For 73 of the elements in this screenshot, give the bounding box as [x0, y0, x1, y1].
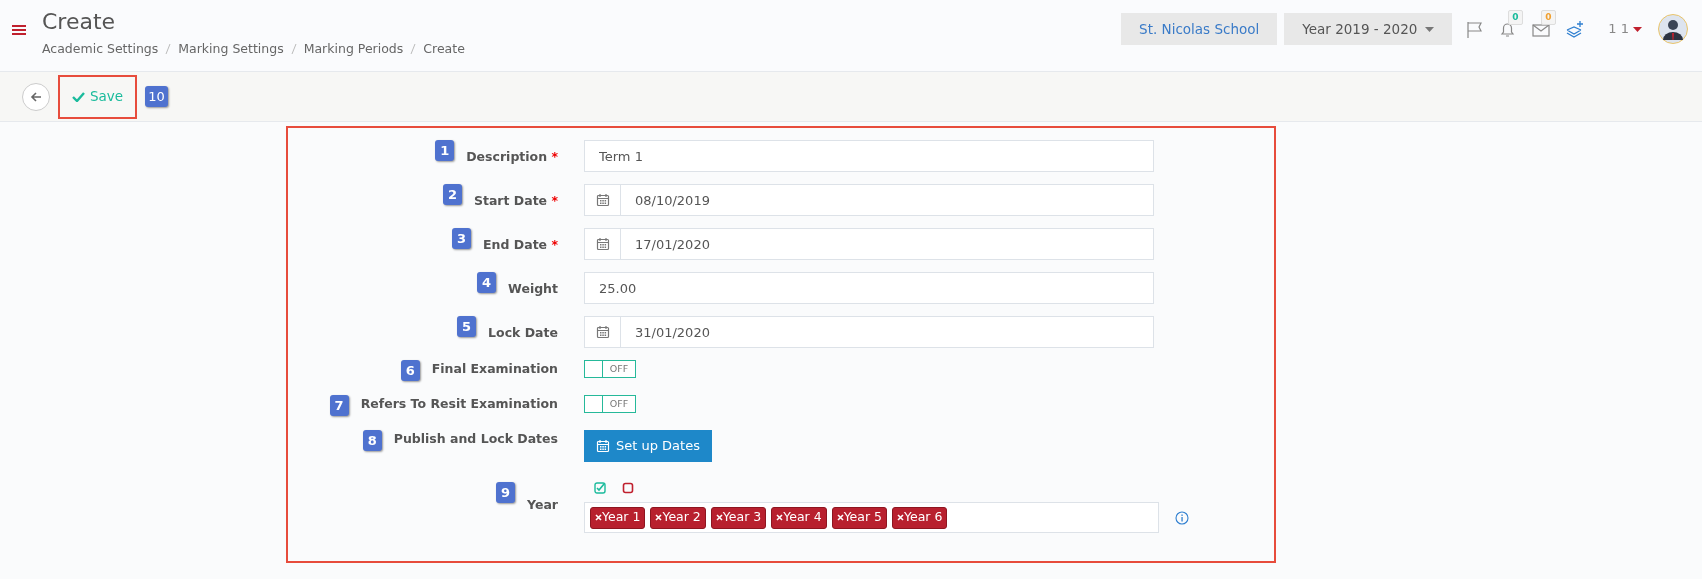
field-label: Final Examination — [431, 360, 558, 378]
breadcrumb-separator-icon — [165, 43, 172, 56]
breadcrumb-separator-icon — [290, 43, 297, 56]
back-button[interactable] — [22, 82, 50, 111]
caret-icon — [1425, 26, 1435, 32]
bell-icon[interactable] — [1499, 21, 1517, 39]
field-label: Description * — [466, 148, 558, 166]
set-up-dates-button[interactable]: Set up Dates — [584, 430, 712, 462]
step-badge: 6 — [400, 360, 420, 381]
input-field[interactable]: Term 1 — [584, 140, 1154, 172]
breadcrumb-link[interactable]: Marking Periods — [303, 40, 404, 59]
calendar-button[interactable] — [584, 184, 620, 216]
page-title: Create — [42, 10, 117, 35]
school-button[interactable]: St. Nicolas School — [1121, 13, 1278, 45]
remove-icon[interactable] — [595, 514, 602, 521]
remove-icon[interactable] — [897, 514, 905, 521]
info-icon — [1175, 510, 1189, 525]
input-field[interactable]: 31/01/2020 — [620, 316, 1154, 348]
notification-count: 0 — [1508, 10, 1523, 26]
field-label: Publish and Lock Dates — [393, 430, 558, 448]
remove-icon[interactable] — [655, 514, 663, 521]
step-badge: 4 — [477, 272, 497, 293]
year-dropdown[interactable]: Year 2019 - 2020 — [1284, 13, 1453, 45]
remove-icon[interactable] — [836, 514, 844, 521]
input-field[interactable]: 25.00 — [584, 272, 1154, 304]
breadcrumb-link[interactable]: Marking Settings — [178, 40, 284, 59]
calendar-button[interactable] — [584, 316, 620, 348]
step-badge: 5 — [457, 316, 477, 337]
calendar-icon — [596, 439, 610, 453]
step-badge: 9 — [496, 482, 515, 503]
tag-chip[interactable]: Year 1 — [590, 506, 646, 529]
calendar-icon — [595, 237, 610, 251]
message-count: 0 — [1541, 10, 1556, 26]
step-badge: 10 — [145, 86, 168, 107]
field-label: Weight — [508, 280, 558, 298]
step-badge: 1 — [435, 140, 455, 161]
avatar-icon[interactable] — [1658, 14, 1688, 44]
toggle-switch[interactable]: OFF — [584, 360, 636, 378]
step-badge: 3 — [452, 228, 472, 249]
envelope-icon[interactable] — [1532, 22, 1551, 38]
tag-chip[interactable]: Year 6 — [892, 506, 948, 529]
tag-input[interactable]: Year 1 Year 2 Year 3 Year 4 Year 5 Year 6 — [584, 502, 1159, 533]
toggle-switch[interactable]: OFF — [584, 395, 636, 413]
field-label: End Date * — [483, 236, 558, 254]
caret-icon — [1633, 26, 1642, 32]
deselect-all-icon[interactable] — [622, 482, 634, 494]
remove-icon[interactable] — [715, 514, 723, 521]
arrow-left-icon — [30, 90, 42, 103]
field-label: Start Date * — [473, 192, 558, 210]
field-label: Lock Date — [488, 324, 558, 342]
remove-icon[interactable] — [776, 514, 784, 521]
field-label: Refers To Resit Examination — [360, 395, 558, 413]
step-badge: 7 — [329, 395, 349, 416]
calendar-icon — [595, 325, 610, 339]
tag-chip[interactable]: Year 3 — [710, 506, 767, 529]
user-menu[interactable]: 1 1 — [1608, 19, 1642, 39]
step-badge: 8 — [362, 430, 382, 451]
calendar-button[interactable] — [584, 228, 620, 260]
check-icon — [72, 91, 85, 102]
calendar-icon — [595, 193, 610, 207]
step-badge: 2 — [442, 184, 462, 205]
input-field[interactable]: 17/01/2020 — [620, 228, 1154, 260]
tag-chip[interactable]: Year 5 — [831, 506, 888, 529]
breadcrumb-link[interactable]: Academic Settings — [42, 40, 159, 59]
input-field[interactable]: 08/10/2019 — [620, 184, 1154, 216]
tag-chip[interactable]: Year 2 — [650, 506, 706, 529]
layers-add-icon[interactable] — [1566, 20, 1585, 38]
flag-icon[interactable] — [1466, 20, 1484, 38]
breadcrumb-separator-icon — [410, 43, 417, 56]
field-label: Year — [527, 496, 558, 514]
tag-chip[interactable]: Year 4 — [771, 506, 827, 529]
breadcrumb-current: Create — [423, 40, 465, 59]
menu-icon[interactable] — [12, 24, 26, 36]
